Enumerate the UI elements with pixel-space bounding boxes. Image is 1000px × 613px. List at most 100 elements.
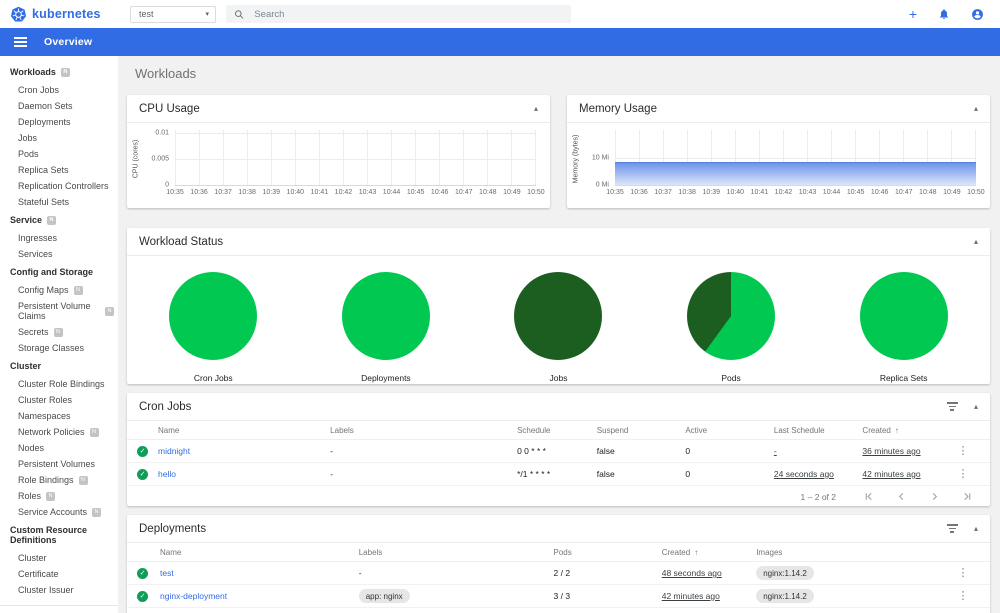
menu-hamburger-icon[interactable] bbox=[14, 37, 27, 47]
user-account-icon[interactable] bbox=[971, 8, 984, 21]
sidebar-item[interactable]: Certificate bbox=[0, 566, 118, 582]
sidebar-item[interactable]: Deployments bbox=[0, 114, 118, 130]
page-title: Workloads bbox=[135, 66, 197, 81]
sidebar-item[interactable]: Nodes bbox=[0, 440, 118, 456]
namespaced-badge: N bbox=[78, 475, 88, 485]
cpu-plot-area: 0.01 0.005 0 bbox=[151, 129, 536, 189]
sidebar-item[interactable]: Namespaces bbox=[0, 408, 118, 424]
sidebar-item[interactable]: Storage Classes bbox=[0, 340, 118, 356]
namespaced-badge: N bbox=[60, 67, 70, 77]
sidebar-item[interactable]: Stateful Sets bbox=[0, 194, 118, 210]
namespace-selector[interactable]: test ▾ bbox=[130, 5, 216, 23]
sidebar-item[interactable]: Cluster Role Bindings bbox=[0, 376, 118, 392]
filter-icon[interactable] bbox=[946, 524, 958, 533]
card-title: Cron Jobs bbox=[139, 400, 192, 413]
cpu-usage-chart: CPU (cores) 0.01 0.005 0 10:35 10:36 10:37… bbox=[132, 129, 545, 196]
sidebar-item[interactable]: Cron Jobs bbox=[0, 82, 118, 98]
row-menu-button[interactable]: ⋮ bbox=[950, 590, 976, 602]
y-tick: 0.01 bbox=[155, 129, 169, 137]
brand[interactable]: kubernetes bbox=[10, 6, 118, 23]
sidebar-item[interactable]: Cluster bbox=[0, 550, 118, 566]
label-chip: app: nginx bbox=[358, 589, 410, 603]
collapse-card-button[interactable]: ▴ bbox=[974, 524, 978, 533]
collapse-card-button[interactable]: ▴ bbox=[974, 402, 978, 411]
pie-label: Deployments bbox=[361, 373, 411, 383]
sidebar-section-cluster[interactable]: Cluster bbox=[0, 356, 118, 376]
sidebar-item[interactable]: Cluster Roles bbox=[0, 392, 118, 408]
sidebar-section-service[interactable]: Service N bbox=[0, 210, 118, 230]
sidebar-item[interactable]: Cluster Issuer bbox=[0, 582, 118, 598]
sidebar-item[interactable]: Replica Sets bbox=[0, 162, 118, 178]
table-row[interactable]: ✓ hello - */1 * * * * false 0 24 seconds… bbox=[127, 463, 990, 486]
workload-status-pie: Jobs bbox=[514, 272, 603, 383]
sidebar-item[interactable]: Roles N bbox=[0, 488, 118, 504]
next-page-icon[interactable] bbox=[930, 492, 939, 501]
memory-plot-area: 10 Mi 0 Mi bbox=[592, 130, 976, 189]
table-row[interactable]: ✓ nginx-deployment app: nginx 3 / 3 42 m… bbox=[127, 585, 990, 608]
sort-asc-icon: ↑ bbox=[694, 547, 699, 557]
card-title: Memory Usage bbox=[579, 102, 657, 115]
deployment-name-link[interactable]: nginx-deployment bbox=[160, 591, 227, 601]
sidebar-item[interactable]: Network Policies N bbox=[0, 424, 118, 440]
table-row[interactable]: ✓ midnight - 0 0 * * * false 0 - 36 minu… bbox=[127, 440, 990, 463]
status-ok-icon: ✓ bbox=[137, 590, 148, 602]
sidebar-section-crd[interactable]: Custom Resource Definitions bbox=[0, 520, 118, 550]
cronjob-name-link[interactable]: midnight bbox=[158, 446, 190, 456]
sidebar-item[interactable]: Role Bindings N bbox=[0, 472, 118, 488]
sidebar-item[interactable]: Config Maps N bbox=[0, 282, 118, 298]
row-menu-button[interactable]: ⋮ bbox=[950, 445, 976, 457]
memory-usage-area bbox=[615, 162, 976, 185]
page-toolbar: Overview bbox=[0, 28, 1000, 56]
sidebar-item[interactable]: Pods bbox=[0, 146, 118, 162]
sidebar-item[interactable]: Persistent Volume Claims N bbox=[0, 298, 118, 324]
sidebar-item[interactable]: Replication Controllers bbox=[0, 178, 118, 194]
pie-label: Replica Sets bbox=[879, 373, 928, 383]
brand-name: kubernetes bbox=[32, 7, 101, 21]
namespaced-badge: N bbox=[47, 215, 57, 225]
notifications-bell-icon[interactable] bbox=[938, 8, 950, 20]
pie-chart bbox=[514, 272, 603, 360]
workload-status-pie: Replica Sets bbox=[859, 272, 948, 383]
sort-created[interactable]: Created ↑ bbox=[662, 548, 756, 557]
namespaced-badge: N bbox=[46, 491, 56, 501]
y-tick: 0.005 bbox=[151, 155, 169, 163]
status-ok-icon: ✓ bbox=[137, 567, 148, 579]
table-row[interactable]: ✓ test - 2 / 2 48 seconds ago nginx:1.14… bbox=[127, 562, 990, 585]
main-content: Workloads CPU Usage ▴ CPU (cores) 0.01 0… bbox=[118, 56, 1000, 613]
prev-page-icon[interactable] bbox=[897, 492, 906, 501]
y-tick: 10 Mi bbox=[591, 154, 609, 161]
collapse-card-button[interactable]: ▴ bbox=[974, 104, 978, 113]
row-menu-button[interactable]: ⋮ bbox=[950, 468, 976, 480]
sort-created[interactable]: Created ↑ bbox=[862, 426, 950, 435]
sidebar-item[interactable]: Services bbox=[0, 246, 118, 262]
sidebar-item[interactable]: Jobs bbox=[0, 130, 118, 146]
table-header-row: Name Labels Schedule Suspend Active Last… bbox=[127, 421, 990, 440]
search-input[interactable] bbox=[254, 8, 563, 20]
collapse-card-button[interactable]: ▴ bbox=[974, 237, 978, 246]
cronjob-name-link[interactable]: hello bbox=[158, 469, 176, 479]
sidebar-item[interactable]: Service Accounts N bbox=[0, 504, 118, 520]
sidebar-item[interactable]: Persistent Volumes bbox=[0, 456, 118, 472]
sidebar-section-config-storage[interactable]: Config and Storage bbox=[0, 262, 118, 282]
collapse-card-button[interactable]: ▴ bbox=[534, 104, 538, 113]
pie-label: Pods bbox=[721, 373, 741, 383]
last-page-icon[interactable] bbox=[963, 492, 972, 501]
sidebar-item[interactable]: Daemon Sets bbox=[0, 98, 118, 114]
pie-chart bbox=[341, 272, 430, 360]
search-bar[interactable] bbox=[226, 5, 571, 23]
table-header-row: Name Labels Pods Created ↑ Images bbox=[127, 543, 990, 562]
deployment-name-link[interactable]: test bbox=[160, 568, 174, 578]
pie-label: Cron Jobs bbox=[193, 373, 233, 383]
sidebar-item[interactable]: Secrets N bbox=[0, 324, 118, 340]
sidebar-section-workloads[interactable]: Workloads N bbox=[0, 62, 118, 82]
deployments-card: Deployments ▴ Name Labels Pods Created ↑ … bbox=[127, 515, 990, 613]
first-page-icon[interactable] bbox=[864, 492, 873, 501]
create-resource-button[interactable]: + bbox=[909, 7, 917, 21]
kubernetes-logo bbox=[10, 6, 27, 22]
sidebar-item[interactable]: Ingresses bbox=[0, 230, 118, 246]
workload-status-card: Workload Status ▴ Cron Jobs Deployments … bbox=[127, 228, 990, 384]
filter-icon[interactable] bbox=[946, 402, 958, 411]
namespaced-badge: N bbox=[92, 507, 102, 517]
sidebar-divider bbox=[0, 605, 118, 606]
row-menu-button[interactable]: ⋮ bbox=[950, 567, 976, 579]
